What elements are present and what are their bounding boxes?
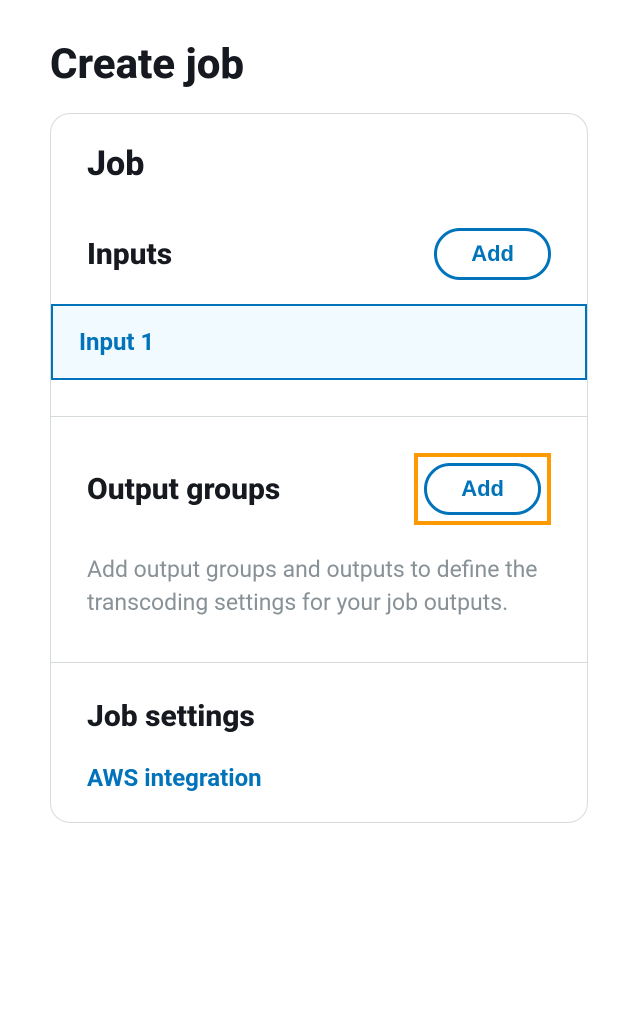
job-settings-title: Job settings	[87, 699, 551, 734]
input-item-label: Input 1	[79, 328, 154, 356]
add-input-button[interactable]: Add	[434, 228, 551, 280]
input-item[interactable]: Input 1	[51, 304, 587, 380]
output-groups-helper: Add output groups and outputs to define …	[87, 553, 551, 620]
highlight-box: Add	[414, 453, 551, 525]
job-panel: Job Inputs Add Input 1 Output groups Add…	[50, 113, 588, 823]
inputs-header: Inputs Add	[87, 208, 551, 280]
panel-header: Job	[51, 114, 587, 208]
output-groups-section: Output groups Add Add output groups and …	[51, 417, 587, 662]
inputs-title: Inputs	[87, 237, 172, 272]
aws-integration-link[interactable]: AWS integration	[87, 764, 551, 792]
output-groups-title: Output groups	[87, 472, 280, 507]
page-title: Create job	[50, 40, 588, 89]
job-settings-section: Job settings AWS integration	[51, 663, 587, 822]
panel-title: Job	[87, 144, 551, 184]
add-output-group-button[interactable]: Add	[424, 463, 541, 515]
output-groups-header: Output groups Add	[87, 453, 551, 525]
inputs-section: Inputs Add Input 1	[51, 208, 587, 416]
